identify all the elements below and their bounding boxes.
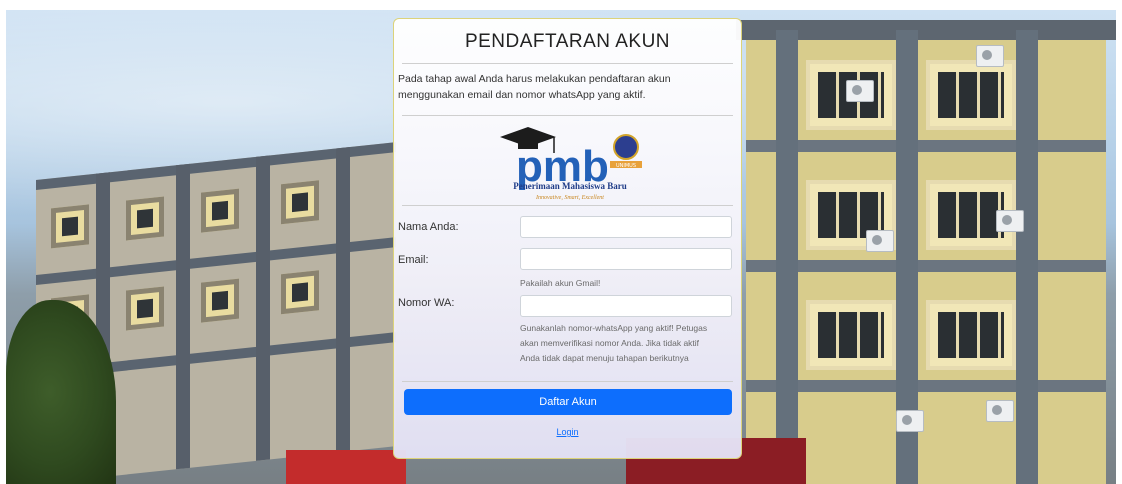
divider xyxy=(402,381,733,382)
pmb-logo: pmb UNIMUS Penerimaan Mahasiswa Baru Inn… xyxy=(500,127,642,201)
wa-help: Gunakanlah nomor-whatsApp yang aktif! Pe… xyxy=(520,323,708,363)
wa-input[interactable] xyxy=(520,295,732,317)
email-help: Pakailah akun Gmail! xyxy=(520,278,601,288)
svg-text:Innovative, Smart, Excellent: Innovative, Smart, Excellent xyxy=(535,195,604,201)
svg-text:Penerimaan Mahasiswa Baru: Penerimaan Mahasiswa Baru xyxy=(513,181,627,191)
page-title: PENDAFTARAN AKUN xyxy=(464,31,671,52)
email-input[interactable] xyxy=(520,248,732,270)
email-label: Email: xyxy=(398,254,429,266)
divider xyxy=(402,205,733,206)
nama-input[interactable] xyxy=(520,216,732,238)
divider xyxy=(402,63,733,64)
wa-label: Nomor WA: xyxy=(398,297,455,309)
red-gate xyxy=(286,450,406,484)
intro-text: Pada tahap awal Anda harus melakukan pen… xyxy=(398,73,671,101)
registration-card: PENDAFTARAN AKUN Pada tahap awal Anda ha… xyxy=(393,18,742,459)
building-right xyxy=(736,20,1116,484)
divider xyxy=(402,115,733,116)
daftar-akun-button[interactable]: Daftar Akun xyxy=(404,389,732,415)
login-link[interactable]: Login xyxy=(394,427,741,437)
svg-text:UNIMUS: UNIMUS xyxy=(616,163,636,169)
university-seal-icon xyxy=(613,134,639,160)
nama-label: Nama Anda: xyxy=(398,221,459,233)
